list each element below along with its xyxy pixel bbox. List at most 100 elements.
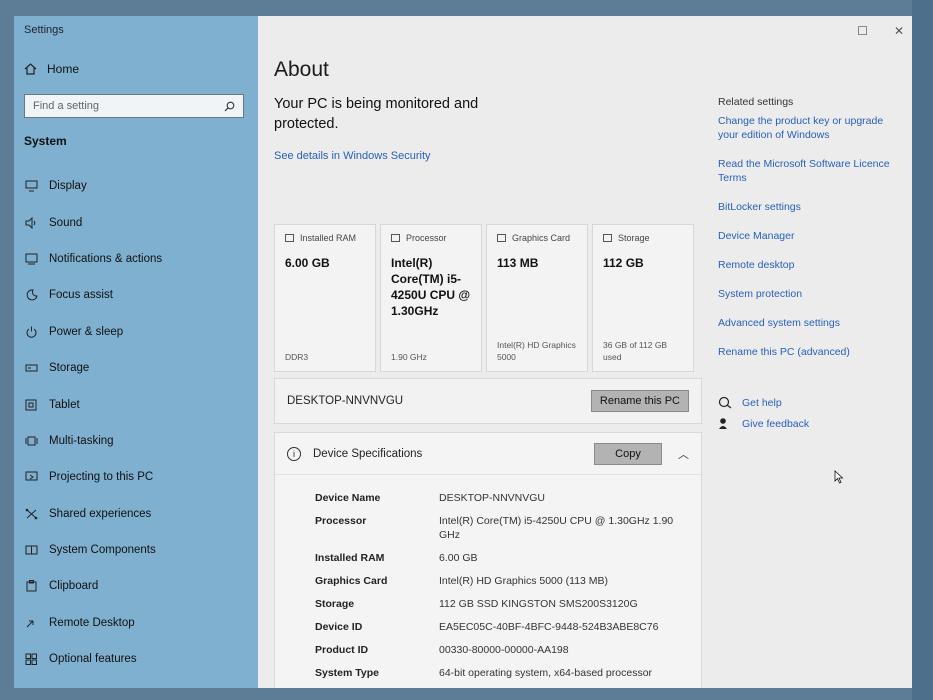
windows-security-link[interactable]: See details in Windows Security xyxy=(274,150,431,162)
shared-experiences-icon xyxy=(24,507,38,521)
main-content: ☐ ✕ About Your PC is being monitored and… xyxy=(258,16,912,688)
card-label: Storage xyxy=(618,233,650,243)
close-icon[interactable]: ✕ xyxy=(894,24,904,38)
get-help-link[interactable]: Get help xyxy=(742,397,782,409)
device-specifications-panel: i Device Specifications Copy ︿ Device Na… xyxy=(274,432,702,688)
spec-value: 112 GB SSD KINGSTON SMS200S3120G xyxy=(439,598,638,610)
pc-name: DESKTOP-NNVNVGU xyxy=(287,395,404,407)
sidebar-item-clipboard[interactable]: Clipboard xyxy=(14,568,258,604)
sidebar-item-label: Display xyxy=(49,180,87,193)
sidebar-item-storage[interactable]: Storage xyxy=(14,350,258,386)
card-value: 112 GB xyxy=(603,256,644,270)
bitlocker-link[interactable]: BitLocker settings xyxy=(718,200,898,214)
sidebar-item-power-sleep[interactable]: Power & sleep xyxy=(14,314,258,350)
related-settings: Related settings Change the product key … xyxy=(718,96,898,374)
storage-icon xyxy=(24,361,38,375)
card-label: Installed RAM xyxy=(300,233,357,243)
sidebar-item-shared-experiences[interactable]: Shared experiences xyxy=(14,496,258,532)
processor-card: Processor Intel(R) Core(TM) i5-4250U CPU… xyxy=(380,224,482,372)
spec-key: Device Name xyxy=(315,492,381,504)
spec-key: Device ID xyxy=(315,621,363,633)
search-icon[interactable] xyxy=(224,101,235,112)
section-label: System xyxy=(24,134,67,148)
rename-pc-advanced-link[interactable]: Rename this PC (advanced) xyxy=(718,345,898,359)
card-footer: DDR3 xyxy=(285,352,309,362)
spec-row: System Type 64-bit operating system, x64-… xyxy=(315,666,685,680)
sidebar-item-notifications[interactable]: Notifications & actions xyxy=(14,241,258,277)
remote-desktop-icon xyxy=(24,616,38,630)
card-value: 6.00 GB xyxy=(285,256,330,270)
power-icon xyxy=(24,325,38,339)
sidebar-item-label: Power & sleep xyxy=(49,325,124,338)
help-chat-icon xyxy=(718,396,732,409)
related-settings-title: Related settings xyxy=(718,96,794,108)
get-help-row[interactable]: Get help xyxy=(718,396,809,409)
sidebar-item-label: Storage xyxy=(49,362,90,375)
maximize-icon[interactable]: ☐ xyxy=(857,24,868,38)
sidebar-item-display[interactable]: Display xyxy=(14,168,258,204)
display-icon xyxy=(24,179,38,193)
spec-table: Device Name DESKTOP-NNVNVGU Processor Inte… xyxy=(315,491,685,688)
spec-key: System Type xyxy=(315,667,379,679)
sidebar-item-multitasking[interactable]: Multi-tasking xyxy=(14,423,258,459)
sidebar-item-optional-features[interactable]: Optional features xyxy=(14,641,258,677)
system-protection-link[interactable]: System protection xyxy=(718,287,898,301)
home-nav-item[interactable]: Home xyxy=(24,62,79,76)
card-value: Intel(R) Core(TM) i5-4250U CPU @ 1.30GHz xyxy=(391,256,471,318)
graphics-icon xyxy=(497,234,506,242)
settings-window: Settings Home Find a setting System Disp… xyxy=(14,16,912,688)
spec-value: 6.00 GB xyxy=(439,552,478,564)
card-footer: 36 GB of 112 GB used xyxy=(603,340,668,362)
sidebar-item-label: Projecting to this PC xyxy=(49,471,154,484)
advanced-system-settings-link[interactable]: Advanced system settings xyxy=(718,316,898,330)
sidebar-item-projecting[interactable]: Projecting to this PC xyxy=(14,459,258,495)
spec-row: Product ID 00330-80000-00000-AA198 xyxy=(315,643,685,657)
sidebar-item-system-components[interactable]: System Components xyxy=(14,532,258,568)
components-icon xyxy=(24,543,38,557)
multitasking-icon xyxy=(24,434,38,448)
search-placeholder: Find a setting xyxy=(33,100,100,112)
security-status-message: Your PC is being monitored and protected… xyxy=(274,96,479,132)
speaker-icon xyxy=(24,216,38,230)
sidebar-item-focus-assist[interactable]: Focus assist xyxy=(14,277,258,313)
spec-row: Graphics Card Intel(R) HD Graphics 5000 (… xyxy=(315,574,685,588)
spec-key: Graphics Card xyxy=(315,575,388,587)
spec-key: Installed RAM xyxy=(315,552,385,564)
sidebar-item-label: Multi-tasking xyxy=(49,434,114,447)
processor-icon xyxy=(391,234,400,242)
rename-pc-button[interactable]: Rename this PC xyxy=(590,390,689,412)
clipboard-icon xyxy=(24,579,38,593)
home-label: Home xyxy=(47,62,80,76)
change-product-key-link[interactable]: Change the product key or upgrade your e… xyxy=(718,114,898,142)
device-specifications-header: i Device Specifications Copy ︿ xyxy=(275,433,701,475)
sidebar-item-tablet[interactable]: Tablet xyxy=(14,386,258,422)
card-value: 113 MB xyxy=(497,256,539,270)
give-feedback-link[interactable]: Give feedback xyxy=(742,418,809,430)
spec-value: Intel(R) Core(TM) i5-4250U CPU @ 1.30GHz… xyxy=(439,515,674,541)
sidebar-item-label: Clipboard xyxy=(49,580,99,593)
home-icon xyxy=(24,63,37,75)
sidebar-item-sound[interactable]: Sound xyxy=(14,204,258,240)
copy-button[interactable]: Copy xyxy=(594,442,662,465)
graphics-card: Graphics Card 113 MB Intel(R) HD Graphic… xyxy=(486,224,588,372)
spec-key: Product ID xyxy=(315,644,369,656)
remote-desktop-link[interactable]: Remote desktop xyxy=(718,258,898,272)
optional-features-icon xyxy=(24,652,38,666)
storage-icon xyxy=(603,234,612,242)
license-terms-link[interactable]: Read the Microsoft Software Licence Term… xyxy=(718,157,898,185)
page-title: About xyxy=(274,58,329,81)
give-feedback-row[interactable]: Give feedback xyxy=(718,417,809,430)
chevron-up-icon[interactable]: ︿ xyxy=(678,446,689,462)
spec-value: Intel(R) HD Graphics 5000 (113 MB) xyxy=(439,575,609,587)
spec-value: EA5EC05C-40BF-4BFC-9448-524B3ABE8C76 xyxy=(439,621,659,633)
sidebar-item-remote-desktop[interactable]: Remote Desktop xyxy=(14,605,258,641)
feedback-icon xyxy=(719,418,727,429)
device-manager-link[interactable]: Device Manager xyxy=(718,229,898,243)
search-input[interactable]: Find a setting xyxy=(24,94,244,118)
sidebar-item-label: Shared experiences xyxy=(49,507,152,520)
sidebar-item-label: Focus assist xyxy=(49,289,113,302)
spec-row: Storage 112 GB SSD KINGSTON SMS200S3120G xyxy=(315,597,685,611)
sidebar-item-label: Sound xyxy=(49,216,83,229)
spec-cards: Installed RAM 6.00 GB DDR3 Processor Int… xyxy=(274,224,694,372)
sidebar-item-label: Remote Desktop xyxy=(49,616,135,629)
